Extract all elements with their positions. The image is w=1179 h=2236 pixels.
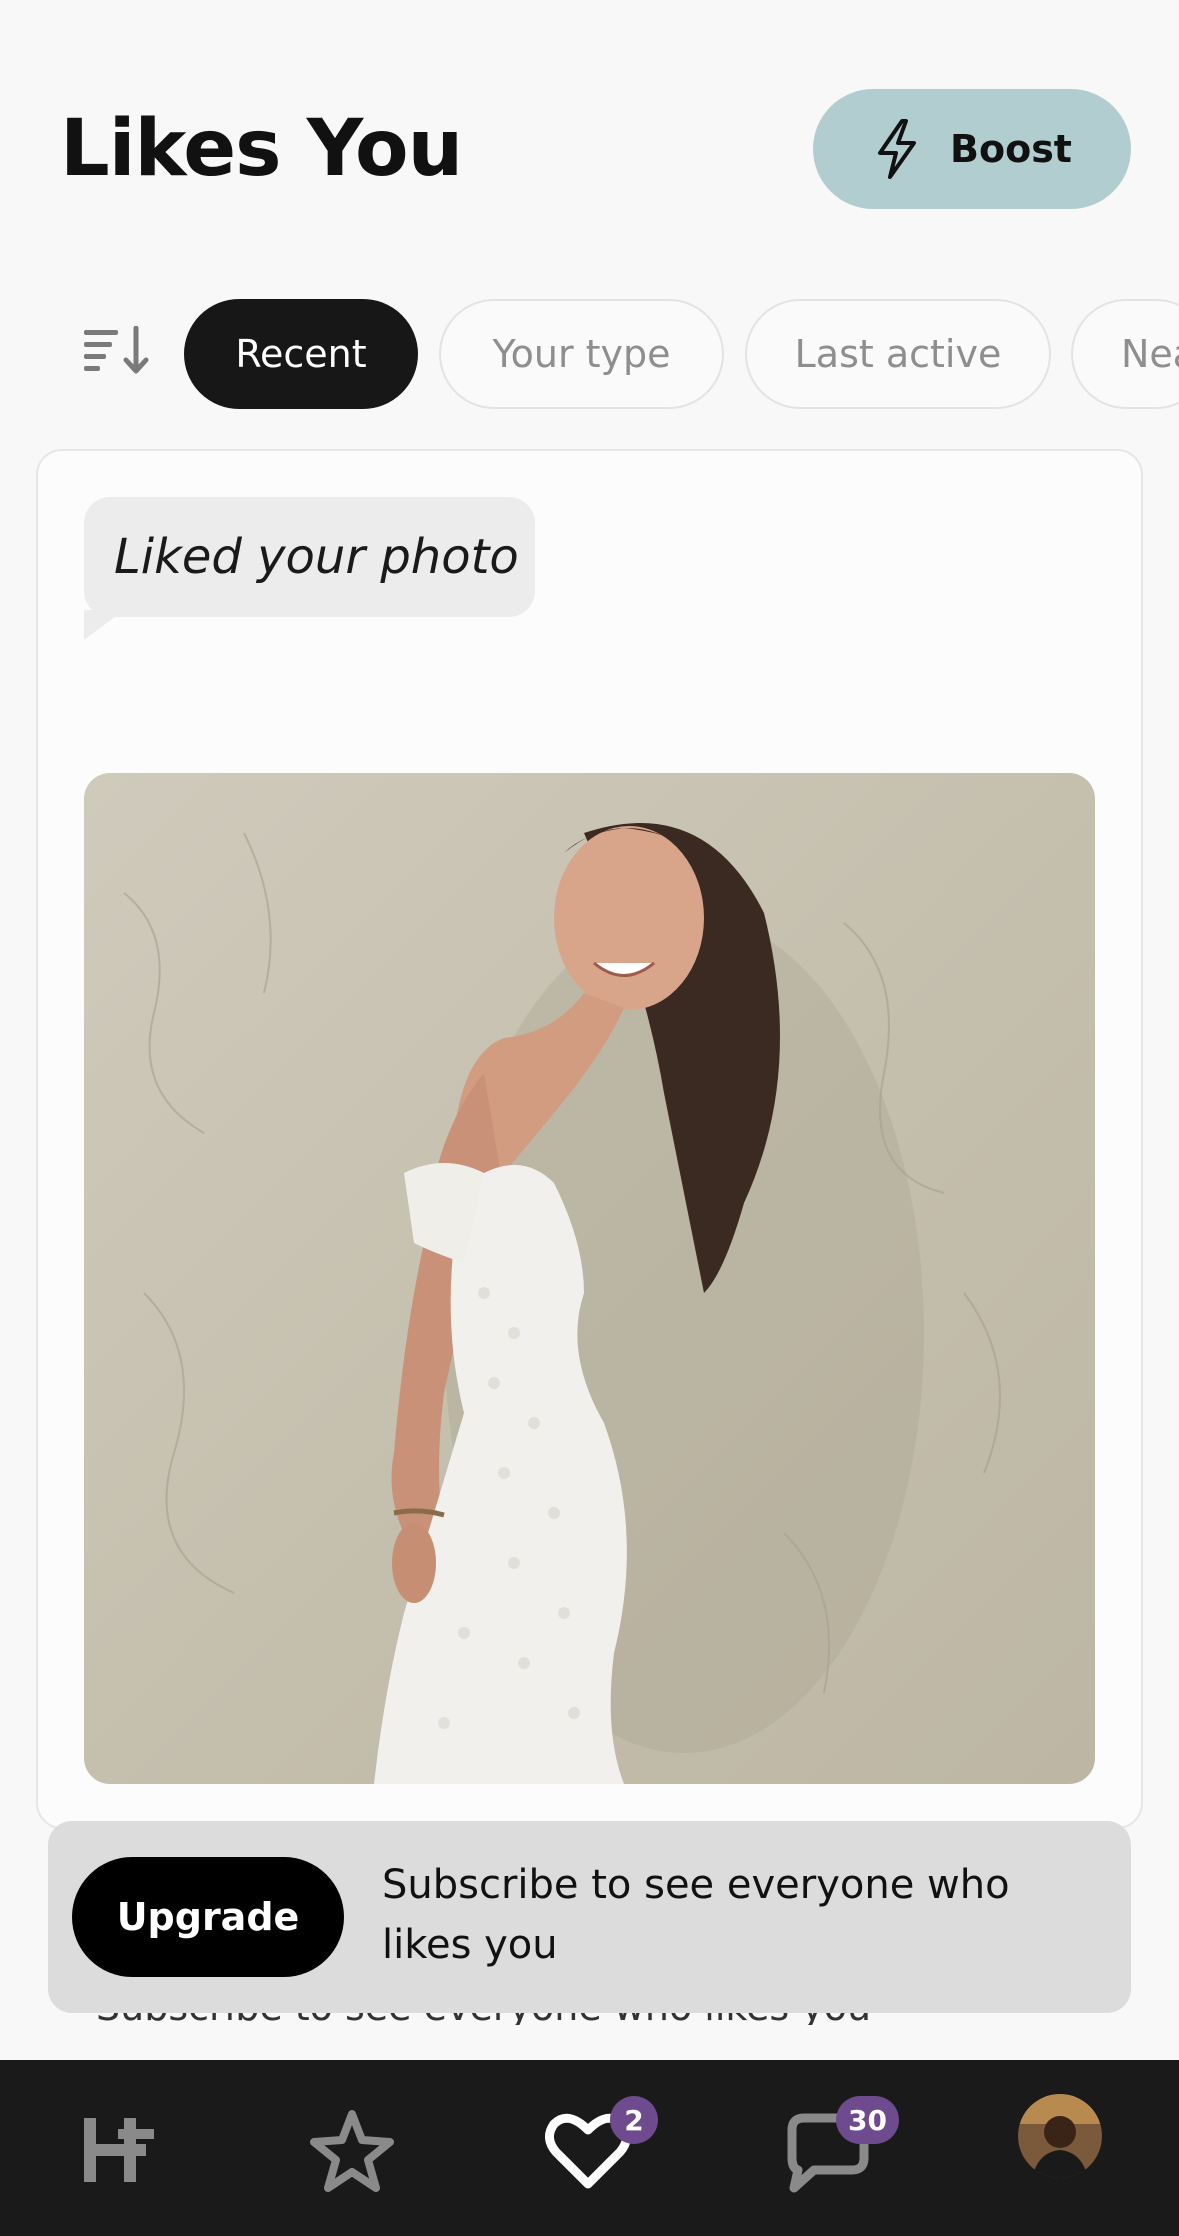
profile-photo[interactable] [84,773,1095,1784]
bubble-tail [84,610,124,640]
nav-likes-you[interactable]: 2 [538,2096,658,2200]
chip-nearby[interactable]: Nea [1071,299,1179,409]
upgrade-button[interactable]: Upgrade [72,1857,344,1977]
lightning-bolt-icon [872,117,922,181]
heart-icon [538,2113,638,2204]
chip-last-active[interactable]: Last active [745,299,1051,409]
upgrade-message: Subscribe to see everyone who likes you [382,1862,1010,1968]
page-title: Likes You [60,104,463,194]
nav-chat[interactable]: 30 [778,2096,899,2200]
filter-row: Recent Your type Last active Nea [0,290,1179,420]
star-icon [302,2110,402,2204]
chip-your-type[interactable]: Your type [439,299,724,409]
home-h-icon [68,2118,168,2204]
boost-button[interactable]: Boost [813,89,1131,209]
chip-recent[interactable]: Recent [184,299,418,409]
sort-descending-icon[interactable] [84,325,150,376]
upgrade-banner: Upgrade Subscribe to see everyone who li… [48,1821,1131,2013]
profile-avatar[interactable] [1018,2094,1102,2178]
bottom-nav: 2 30 [0,2060,1179,2236]
boost-label: Boost [950,127,1072,171]
likes-badge: 2 [610,2096,658,2144]
nav-home[interactable] [68,2100,168,2200]
chat-badge: 30 [836,2096,899,2144]
chat-icon [778,2113,878,2204]
like-comment-bubble: Liked your photo [84,497,535,617]
header: Likes You Boost [0,0,1179,250]
nav-standouts[interactable] [302,2100,402,2200]
